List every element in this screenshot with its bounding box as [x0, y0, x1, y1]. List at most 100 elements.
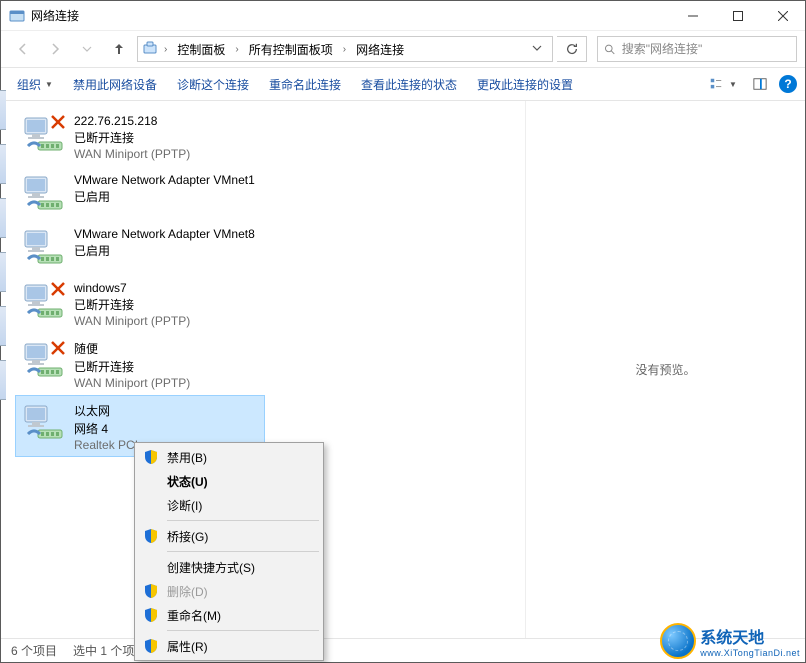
connection-device: WAN Miniport (PPTP)	[74, 147, 190, 161]
preview-pane-button[interactable]	[747, 72, 773, 96]
connection-name: VMware Network Adapter VMnet8	[74, 227, 255, 241]
connection-item[interactable]: 222.76.215.218 已断开连接 WAN Miniport (PPTP)	[15, 107, 265, 166]
connection-status: 已断开连接	[74, 129, 190, 146]
command-bar: 组织▼ 禁用此网络设备 诊断这个连接 重命名此连接 查看此连接的状态 更改此连接…	[1, 67, 805, 101]
close-button[interactable]	[760, 1, 805, 31]
connection-icon	[22, 225, 66, 269]
window-title: 网络连接	[31, 7, 670, 24]
titlebar: 网络连接	[1, 1, 805, 31]
menu-item[interactable]: 桥接(G)	[137, 524, 321, 548]
shield-icon	[143, 583, 159, 599]
connection-status: 已断开连接	[74, 296, 190, 313]
menu-item-label: 禁用(B)	[167, 449, 207, 466]
globe-icon	[660, 623, 696, 659]
chevron-right-icon[interactable]: ›	[162, 44, 169, 55]
menu-item-label: 状态(U)	[167, 473, 208, 490]
menu-item: 删除(D)	[137, 579, 321, 603]
connection-name: 222.76.215.218	[74, 114, 190, 128]
rename-button[interactable]: 重命名此连接	[261, 72, 349, 97]
left-edge-decoration	[0, 60, 6, 650]
menu-item-label: 桥接(G)	[167, 528, 208, 545]
connection-status: 已启用	[74, 188, 255, 205]
maximize-button[interactable]	[715, 1, 760, 31]
connection-name: VMware Network Adapter VMnet1	[74, 173, 255, 187]
back-button[interactable]	[9, 35, 37, 63]
menu-item[interactable]: 状态(U)	[137, 469, 321, 493]
breadcrumb-root-icon	[142, 40, 158, 59]
change-settings-button[interactable]: 更改此连接的设置	[469, 72, 581, 97]
connection-text: 222.76.215.218 已断开连接 WAN Miniport (PPTP)	[74, 112, 190, 161]
search-input[interactable]	[622, 42, 790, 56]
connection-device: WAN Miniport (PPTP)	[74, 314, 190, 328]
view-status-button[interactable]: 查看此连接的状态	[353, 72, 465, 97]
connection-icon	[22, 338, 66, 382]
chevron-right-icon[interactable]: ›	[233, 44, 240, 55]
context-menu: 禁用(B) 状态(U) 诊断(I) 桥接(G) 创建快捷方式(S) 删除(D) 重命名(M)…	[134, 442, 324, 661]
menu-item-label: 重命名(M)	[167, 607, 221, 624]
connection-icon	[22, 279, 66, 323]
shield-icon	[143, 607, 159, 623]
menu-item[interactable]: 属性(R)	[137, 634, 321, 658]
menu-item[interactable]: 创建快捷方式(S)	[137, 555, 321, 579]
shield-icon	[143, 528, 159, 544]
menu-separator	[167, 630, 319, 631]
connection-item[interactable]: VMware Network Adapter VMnet8 已启用	[15, 220, 265, 274]
view-mode-button[interactable]: ▼	[705, 72, 741, 96]
minimize-button[interactable]	[670, 1, 715, 31]
watermark: 系统天地 www.XiTongTianDi.net	[660, 623, 800, 659]
watermark-text-2: www.XiTongTianDi.net	[700, 648, 800, 658]
shield-icon	[143, 449, 159, 465]
shield-icon	[143, 638, 159, 654]
preview-empty-text: 没有预览。	[635, 361, 695, 378]
window-icon	[9, 8, 25, 24]
connection-icon	[22, 171, 66, 215]
connection-text: windows7 已断开连接 WAN Miniport (PPTP)	[74, 279, 190, 328]
chevron-right-icon[interactable]: ›	[341, 44, 348, 55]
menu-separator	[167, 520, 319, 521]
connection-text: 以太网 网络 4 Realtek PCI	[74, 400, 138, 452]
up-button[interactable]	[105, 35, 133, 63]
content: 222.76.215.218 已断开连接 WAN Miniport (PPTP)…	[1, 101, 805, 638]
breadcrumb-seg-0[interactable]: 控制面板	[173, 39, 229, 60]
diagnose-button[interactable]: 诊断这个连接	[169, 72, 257, 97]
connection-device: WAN Miniport (PPTP)	[74, 376, 190, 390]
nav-row: › 控制面板 › 所有控制面板项 › 网络连接	[1, 31, 805, 67]
connection-status: 网络 4	[74, 420, 138, 437]
menu-item[interactable]: 禁用(B)	[137, 445, 321, 469]
preview-pane: 没有预览。	[525, 101, 805, 638]
recent-dropdown[interactable]	[73, 35, 101, 63]
connection-icon	[22, 400, 66, 444]
breadcrumb-seg-1[interactable]: 所有控制面板项	[245, 39, 337, 60]
search-icon	[604, 43, 616, 56]
connection-name: 以太网	[74, 402, 138, 419]
menu-item-label: 创建快捷方式(S)	[167, 559, 255, 576]
menu-item[interactable]: 诊断(I)	[137, 493, 321, 517]
disable-device-button[interactable]: 禁用此网络设备	[65, 72, 165, 97]
address-bar[interactable]: › 控制面板 › 所有控制面板项 › 网络连接	[137, 36, 553, 62]
address-dropdown[interactable]	[526, 42, 548, 56]
connection-name: 随便	[74, 340, 190, 357]
connection-text: VMware Network Adapter VMnet8 已启用	[74, 225, 255, 259]
watermark-text-1: 系统天地	[700, 624, 800, 648]
menu-item-label: 删除(D)	[167, 583, 208, 600]
connection-text: VMware Network Adapter VMnet1 已启用	[74, 171, 255, 205]
menu-separator	[167, 551, 319, 552]
forward-button[interactable]	[41, 35, 69, 63]
connection-item[interactable]: windows7 已断开连接 WAN Miniport (PPTP)	[15, 274, 265, 333]
menu-item[interactable]: 重命名(M)	[137, 603, 321, 627]
connection-icon	[22, 112, 66, 156]
connection-item[interactable]: VMware Network Adapter VMnet1 已启用	[15, 166, 265, 220]
connection-item[interactable]: 随便 已断开连接 WAN Miniport (PPTP)	[15, 333, 265, 395]
window: 网络连接 › 控制面板 › 所有控制面板项 › 网络连接 组织▼	[0, 0, 806, 663]
connection-text: 随便 已断开连接 WAN Miniport (PPTP)	[74, 338, 190, 390]
refresh-button[interactable]	[557, 36, 587, 62]
connection-name: windows7	[74, 281, 190, 295]
search-box[interactable]	[597, 36, 797, 62]
connection-status: 已断开连接	[74, 358, 190, 375]
status-count: 6 个项目	[11, 642, 57, 659]
window-buttons	[670, 1, 805, 31]
menu-item-label: 属性(R)	[167, 638, 208, 655]
organize-button[interactable]: 组织▼	[9, 72, 61, 97]
breadcrumb-seg-2[interactable]: 网络连接	[352, 39, 408, 60]
help-button[interactable]: ?	[779, 75, 797, 93]
